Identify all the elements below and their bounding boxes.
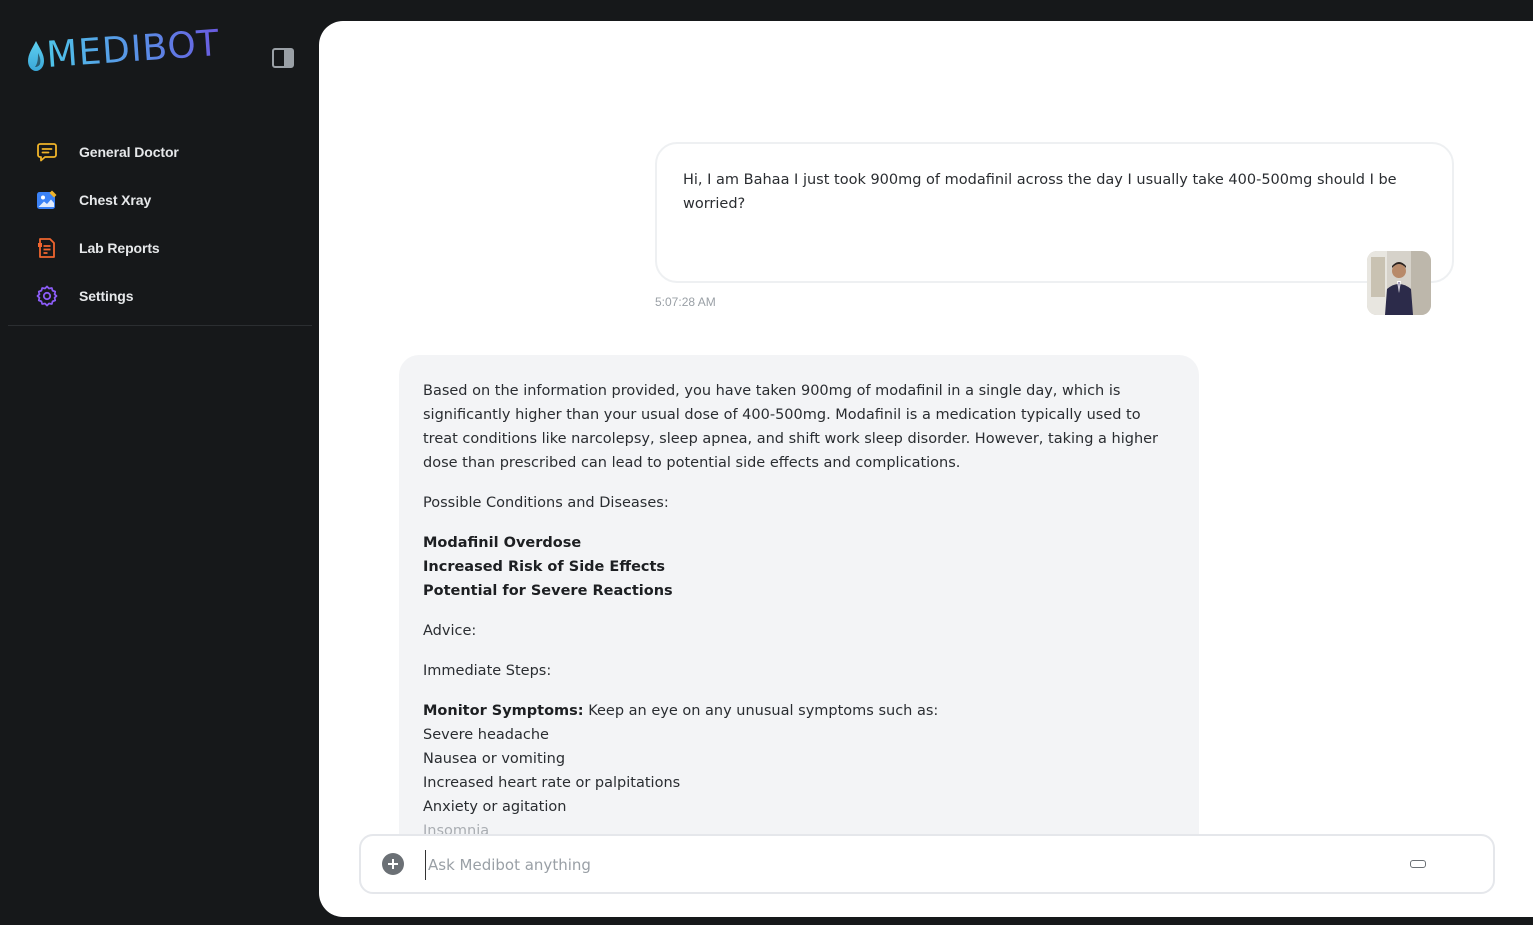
sidebar-item-lab-reports[interactable]: Lab Reports <box>36 224 179 272</box>
chat-input-bar <box>359 834 1495 894</box>
brand-name: MEDIBOT <box>45 22 222 76</box>
symptom-item: Increased heart rate or palpitations <box>423 775 681 791</box>
chat-panel: Hi, I am Bahaa I just took 900mg of moda… <box>319 21 1533 917</box>
monitor-label: Monitor Symptoms: <box>423 703 584 719</box>
condition-item: Modafinil Overdose <box>423 535 582 551</box>
condition-item: Increased Risk of Side Effects <box>423 559 666 575</box>
flame-drop-icon <box>28 41 44 71</box>
symptom-item: Nausea or vomiting <box>423 751 566 767</box>
bot-message-bubble: Based on the information provided, you h… <box>399 355 1199 875</box>
app-root: MEDIBOT General Doctor Chest Xray Lab Re… <box>0 0 1533 925</box>
monitor-text: Keep an eye on any unusual symptoms such… <box>583 703 939 719</box>
user-message-bubble: Hi, I am Bahaa I just took 900mg of moda… <box>655 142 1454 283</box>
sidebar-item-general-doctor[interactable]: General Doctor <box>36 128 179 176</box>
add-attachment-button[interactable] <box>382 853 404 875</box>
medibot-logo: MEDIBOT <box>26 23 222 76</box>
conditions-heading: Possible Conditions and Diseases: <box>423 495 669 511</box>
sidebar-nav: General Doctor Chest Xray Lab Reports Se… <box>36 128 179 320</box>
document-icon <box>36 237 58 259</box>
send-button[interactable] <box>1410 860 1426 868</box>
condition-item: Potential for Severe Reactions <box>423 583 673 599</box>
sidebar-item-chest-xray[interactable]: Chest Xray <box>36 176 179 224</box>
sidebar-item-label: Settings <box>79 288 134 304</box>
chat-icon <box>36 141 58 163</box>
symptom-item: Severe headache <box>423 727 549 743</box>
chat-input[interactable] <box>425 850 1385 880</box>
image-icon <box>36 189 58 211</box>
symptom-item: Anxiety or agitation <box>423 799 567 815</box>
bot-message-content: Based on the information provided, you h… <box>423 379 1178 859</box>
conditions-list: Modafinil Overdose Increased Risk of Sid… <box>423 531 1178 603</box>
user-message-text: Hi, I am Bahaa I just took 900mg of moda… <box>683 172 1397 212</box>
sidebar-toggle-button[interactable] <box>272 48 294 68</box>
sidebar-item-label: Chest Xray <box>79 192 152 208</box>
sidebar-item-label: Lab Reports <box>79 240 160 256</box>
sidebar-divider <box>8 325 312 326</box>
steps-heading: Immediate Steps: <box>423 663 552 679</box>
message-timestamp: 5:07:28 AM <box>655 295 716 309</box>
bot-intro-text: Based on the information provided, you h… <box>423 383 1159 471</box>
advice-heading: Advice: <box>423 623 477 639</box>
sidebar: MEDIBOT General Doctor Chest Xray Lab Re… <box>0 0 318 925</box>
sidebar-item-settings[interactable]: Settings <box>36 272 179 320</box>
sidebar-item-label: General Doctor <box>79 144 179 160</box>
monitor-block: Monitor Symptoms: Keep an eye on any unu… <box>423 699 1178 843</box>
avatar <box>1367 251 1431 315</box>
gear-icon <box>36 285 58 307</box>
